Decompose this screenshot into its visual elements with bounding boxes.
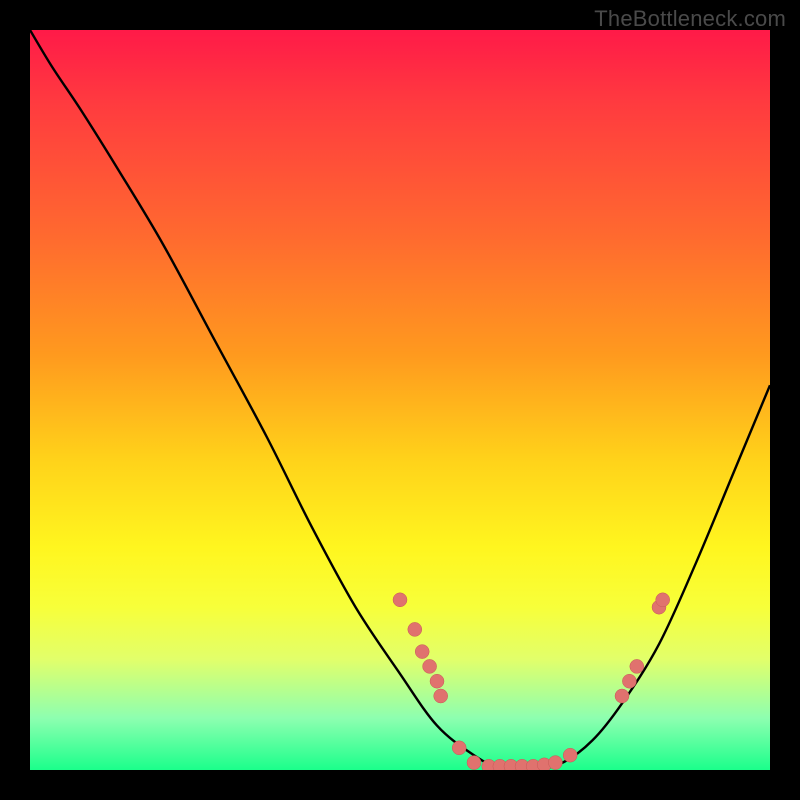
- data-point: [452, 741, 466, 755]
- bottleneck-curve: [30, 30, 770, 770]
- data-point: [408, 622, 422, 636]
- data-point: [423, 659, 437, 673]
- data-point: [656, 593, 670, 607]
- watermark-text: TheBottleneck.com: [594, 6, 786, 32]
- data-point: [430, 674, 444, 688]
- plot-area: [30, 30, 770, 770]
- data-point: [563, 748, 577, 762]
- data-point: [434, 689, 448, 703]
- outer-frame: TheBottleneck.com: [0, 0, 800, 800]
- data-point: [615, 689, 629, 703]
- data-point: [393, 593, 407, 607]
- data-point: [548, 756, 562, 770]
- data-point: [630, 659, 644, 673]
- data-points: [393, 593, 670, 770]
- data-point: [467, 756, 481, 770]
- chart-svg: [30, 30, 770, 770]
- data-point: [622, 674, 636, 688]
- data-point: [415, 645, 429, 659]
